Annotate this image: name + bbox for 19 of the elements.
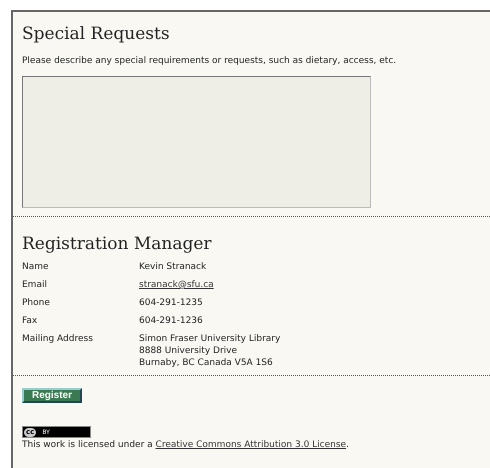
- section-heading: Registration Manager: [22, 233, 213, 255]
- description-text: Please describe any special requirements or requests, such as dietary, access, etc.: [22, 55, 398, 67]
- field-value: Simon Fraser University Library: [139, 333, 282, 345]
- field-label: Phone: [22, 297, 51, 309]
- email-link[interactable]: stranack@sfu.ca: [139, 280, 214, 290]
- section-heading: Special Requests: [22, 23, 171, 45]
- field-value: 604-291-1236: [139, 315, 204, 327]
- register-button[interactable]: Register: [22, 388, 82, 403]
- field-label: Mailing Address: [22, 333, 94, 346]
- field-value: 8888 University Drive: [139, 345, 238, 357]
- license-text: This work is licensed under a Creative Commons Attribution 3.0 License.: [22, 439, 350, 451]
- field-label: Email: [22, 279, 48, 291]
- field-label: Fax: [22, 315, 38, 327]
- field-value: Burnaby, BC Canada V5A 1S6: [139, 357, 274, 369]
- field-value: 604-291-1235: [139, 297, 204, 309]
- field-value: Kevin Stranack: [139, 261, 208, 273]
- special-requests-field[interactable]: [22, 76, 371, 208]
- license-link[interactable]: Creative Commons Attribution 3.0 License: [156, 440, 346, 450]
- field-label: Name: [22, 261, 50, 273]
